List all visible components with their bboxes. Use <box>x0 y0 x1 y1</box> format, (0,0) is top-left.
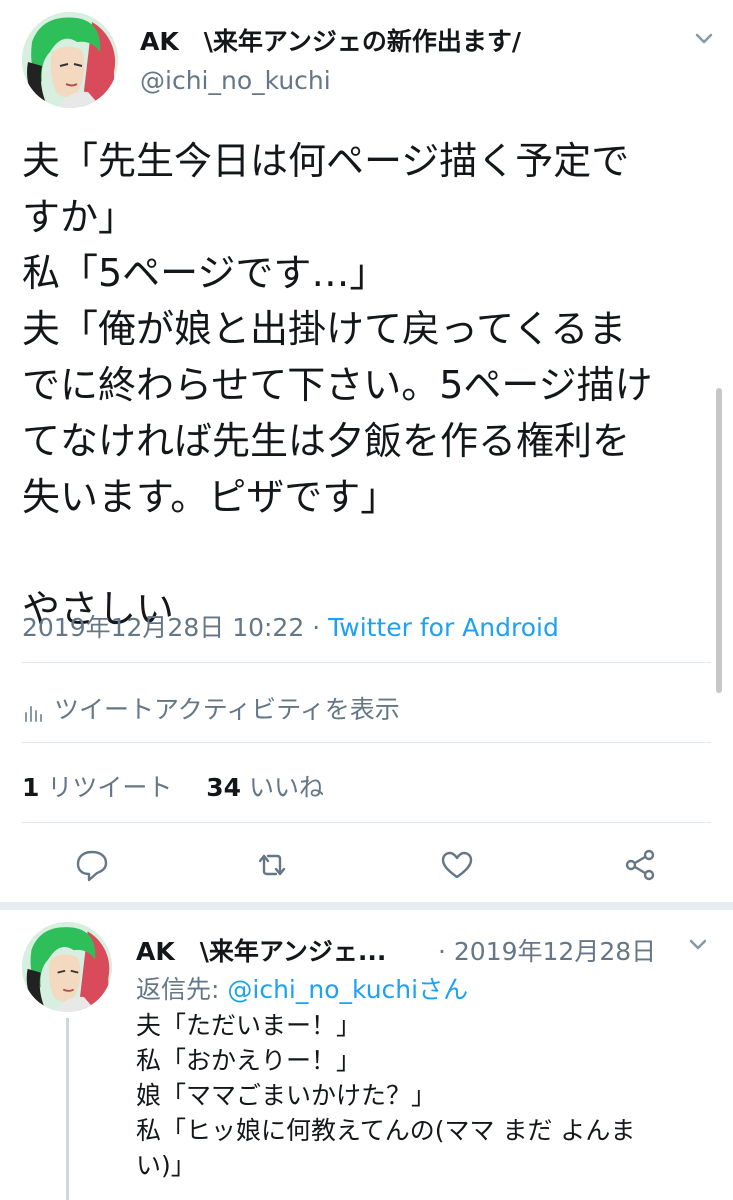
divider <box>22 662 711 663</box>
like-icon[interactable] <box>435 843 479 887</box>
reply-body-line: 私「おかえりー！」 <box>136 1046 362 1075</box>
like-count-value: 34 <box>206 773 242 802</box>
divider <box>22 822 711 823</box>
tweet-activity-link[interactable]: ツイートアクティビティを表示 <box>22 690 400 726</box>
retweet-icon[interactable] <box>250 843 294 887</box>
reply-to-suffix[interactable]: さん <box>418 975 468 1004</box>
user-handle[interactable]: @ichi_no_kuchi <box>140 66 331 95</box>
reply-avatar[interactable] <box>22 922 112 1012</box>
chevron-down-icon[interactable] <box>684 930 712 958</box>
tweet-body-line: すか」 <box>22 195 137 239</box>
reply-to: 返信先: @ichi_no_kuchiさん <box>136 970 468 1006</box>
retweet-count-label: リツイート <box>47 773 173 802</box>
tweet-body-line: 夫「俺が娘と出掛けて戻ってくるま <box>22 307 627 351</box>
avatar-illustration <box>22 922 112 1012</box>
reply-to-prefix: 返信先: <box>136 975 228 1004</box>
like-count-label: いいね <box>249 773 325 802</box>
tweet-body-line <box>22 525 653 581</box>
divider <box>22 742 711 743</box>
tweet-meta: 2019年12月28日 10:22 · Twitter for Android <box>22 608 559 644</box>
avatar-illustration <box>22 12 118 108</box>
tweet-body-line: 私「5ページです…」 <box>22 251 388 295</box>
tweet-body-line: 失います。ピザです」 <box>22 475 399 519</box>
reply-date[interactable]: · 2019年12月28日 <box>438 932 656 968</box>
thread-line <box>66 1018 69 1200</box>
retweet-count-value: 1 <box>22 773 40 802</box>
client-link[interactable]: Twitter for Android <box>328 613 559 642</box>
tweet-body: 夫「先生今日は何ページ描く予定で すか」 私「5ページです…」 夫「俺が娘と出掛… <box>22 133 653 637</box>
chevron-down-icon[interactable] <box>690 24 718 52</box>
reply-body: 夫「ただいまー！」 私「おかえりー！」 娘「ママごまいかけた？」 私「ヒッ娘に何… <box>136 1008 635 1183</box>
tweet-stats: 1 リツイート 34 いいね <box>22 768 324 804</box>
scrollbar[interactable] <box>716 388 722 693</box>
section-separator <box>0 902 733 910</box>
meta-separator: · <box>312 613 321 642</box>
tweet-body-line: 夫「先生今日は何ページ描く予定で <box>22 139 630 183</box>
reply-display-name[interactable]: AK \来年アンジェ... <box>136 932 386 968</box>
avatar[interactable] <box>22 12 118 108</box>
timestamp[interactable]: 2019年12月28日 10:22 <box>22 613 304 642</box>
retweet-count[interactable]: 1 リツイート <box>22 773 172 802</box>
reply-body-line: 私「ヒッ娘に何教えてんの(ママ まだ よんま <box>136 1116 636 1145</box>
reply-body-line: 夫「ただいまー！」 <box>136 1011 362 1040</box>
reply-icon[interactable] <box>70 843 114 887</box>
like-count[interactable]: 34 いいね <box>206 773 324 802</box>
tweet-activity-label: ツイートアクティビティを表示 <box>54 695 400 724</box>
reply-body-line: 娘「ママごまいかけた？」 <box>136 1081 437 1110</box>
reply-body-line: い)」 <box>136 1151 196 1180</box>
share-icon[interactable] <box>618 843 662 887</box>
bar-chart-icon <box>22 700 44 722</box>
tweet-body-line: でに終わらせて下さい。5ページ描け <box>22 363 653 407</box>
display-name[interactable]: AK \来年アンジェの新作出ます/ <box>140 22 521 58</box>
reply-to-handle[interactable]: @ichi_no_kuchi <box>227 975 418 1004</box>
tweet-body-line: てなければ先生は夕飯を作る権利を <box>22 419 631 463</box>
